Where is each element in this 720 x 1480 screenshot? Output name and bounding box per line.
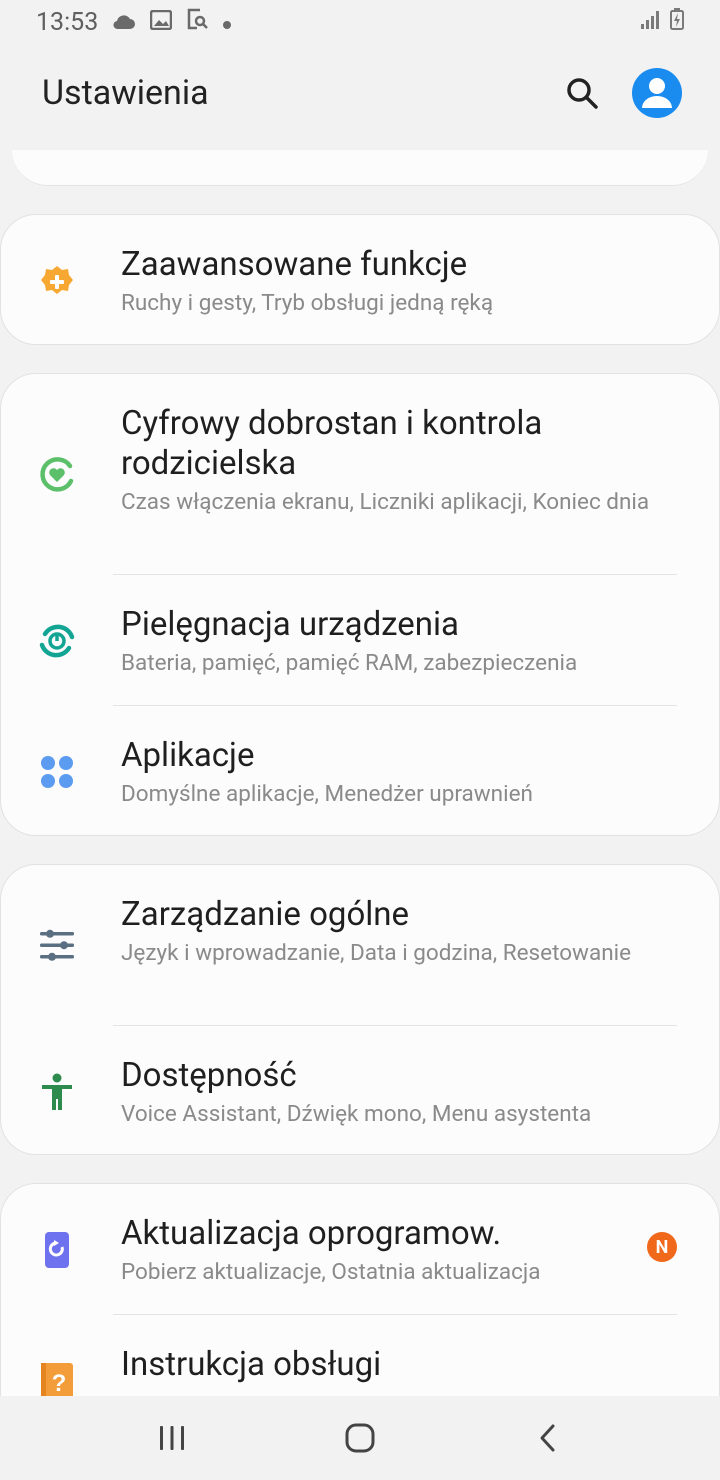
settings-card-general: Zarządzanie ogólne Język i wprowadzanie,… [0,864,720,1155]
status-right [640,7,684,37]
settings-card-advanced: Zaawansowane funkcje Ruchy i gesty, Tryb… [0,214,720,345]
recent-apps-icon [160,1426,184,1450]
screenshot-search-icon [186,8,209,37]
item-text: Aplikacje Domyślne aplikacje, Menedżer u… [121,736,533,809]
search-button[interactable] [560,71,604,115]
settings-card-device: Cyfrowy dobrostan i kontrola rodzicielsk… [0,373,720,836]
item-text: Cyfrowy dobrostan i kontrola rodzicielsk… [121,404,679,517]
item-title: Aktualizacja oprogramow. [121,1214,502,1253]
item-title: Zaawansowane funkcje [121,245,468,284]
item-text: Zaawansowane funkcje Ruchy i gesty, Tryb… [121,245,493,318]
item-title: Dostępność [121,1056,297,1095]
device-care-icon [37,621,77,661]
back-button[interactable] [526,1416,570,1460]
item-text: Pielęgnacja urządzenia Bateria, pamięć, … [121,605,577,678]
settings-item-user-manual[interactable]: ? Instrukcja obsługi [1,1315,719,1396]
signal-icon [640,8,662,37]
heart-circle-icon [37,454,77,494]
person-icon [642,78,672,108]
status-left: 13:53 [36,8,232,37]
settings-item-digital-wellbeing[interactable]: Cyfrowy dobrostan i kontrola rodzicielsk… [1,374,719,575]
app-header: Ustawienia [0,50,720,136]
item-subtitle: Voice Assistant, Dźwięk mono, Menu asyst… [121,1101,592,1127]
item-subtitle: Ruchy i gesty, Tryb obsługi jedną ręką [121,290,494,316]
item-text: Instrukcja obsługi [121,1345,381,1385]
item-title: Aplikacje [121,736,255,775]
account-avatar-button[interactable] [632,68,682,118]
home-icon [345,1423,375,1453]
svg-text:?: ? [52,1370,67,1396]
search-icon [567,78,598,109]
item-title: Instrukcja obsługi [121,1345,382,1384]
settings-card-software: Aktualizacja oprogramow. Pobierz aktuali… [0,1183,720,1396]
item-title: Pielęgnacja urządzenia [121,605,459,644]
sliders-icon [37,925,77,965]
item-subtitle: Czas włączenia ekranu, Liczniki aplikacj… [121,489,650,515]
back-chevron-icon [540,1424,555,1452]
item-text: Aktualizacja oprogramow. Pobierz aktuali… [121,1214,541,1287]
settings-item-general-management[interactable]: Zarządzanie ogólne Język i wprowadzanie,… [1,865,719,1026]
item-text: Dostępność Voice Assistant, Dźwięk mono,… [121,1056,591,1129]
item-subtitle: Domyślne aplikacje, Menedżer uprawnień [121,781,533,807]
accessibility-icon [37,1072,77,1112]
settings-item-apps[interactable]: Aplikacje Domyślne aplikacje, Menedżer u… [1,706,719,835]
gallery-icon [150,8,173,37]
previous-card-edge [12,150,708,186]
software-update-icon [37,1230,77,1270]
cloud-icon [112,8,136,37]
page-title: Ustawienia [42,73,209,113]
recent-apps-button[interactable] [150,1416,194,1460]
navigation-bar [0,1396,720,1480]
item-subtitle: Język i wprowadzanie, Data i godzina, Re… [121,940,632,966]
item-title: Zarządzanie ogólne [121,895,410,934]
item-subtitle: Bateria, pamięć, pamięć RAM, zabezpiecze… [121,650,578,676]
user-manual-icon: ? [37,1361,77,1396]
settings-item-software-update[interactable]: Aktualizacja oprogramow. Pobierz aktuali… [1,1184,719,1315]
notification-dot-icon [222,8,232,37]
apps-grid-icon [37,752,77,792]
settings-item-advanced-features[interactable]: Zaawansowane funkcje Ruchy i gesty, Tryb… [1,215,719,344]
home-button[interactable] [338,1416,382,1460]
item-subtitle: Pobierz aktualizacje, Ostatnia aktualiza… [121,1259,541,1285]
status-bar: 13:53 [0,0,720,44]
battery-charging-icon [670,7,684,37]
settings-item-device-care[interactable]: Pielęgnacja urządzenia Bateria, pamięć, … [1,575,719,706]
settings-item-accessibility[interactable]: Dostępność Voice Assistant, Dźwięk mono,… [1,1026,719,1154]
item-title: Cyfrowy dobrostan i kontrola rodzicielsk… [121,404,543,483]
header-actions [560,68,682,118]
status-time: 13:53 [36,7,99,37]
gear-plus-icon [37,262,77,302]
new-badge: N [647,1232,677,1262]
item-text: Zarządzanie ogólne Język i wprowadzanie,… [121,895,631,968]
